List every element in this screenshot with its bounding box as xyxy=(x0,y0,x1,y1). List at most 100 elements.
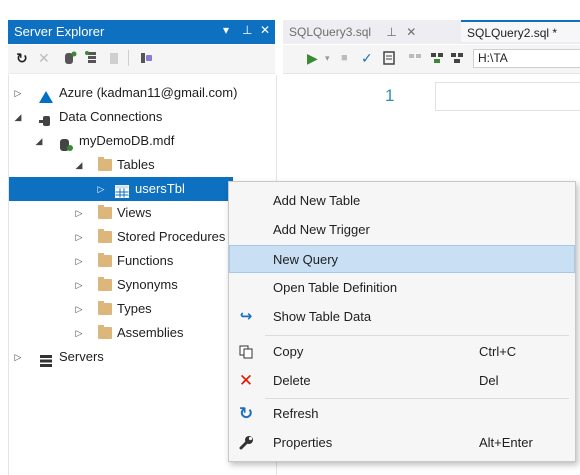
current-line-highlight xyxy=(435,82,580,111)
context-menu: Add New Table Add New Trigger New Query … xyxy=(228,181,576,462)
folder-icon xyxy=(98,325,112,339)
connection-path-box[interactable]: H:\TA xyxy=(473,49,580,68)
collapse-arrow-icon[interactable]: ◢ xyxy=(73,153,85,177)
menu-item-open-table-definition[interactable]: Open Table Definition xyxy=(229,274,575,302)
tree-node-label: myDemoDB.mdf xyxy=(79,133,175,148)
tree-node-label: Servers xyxy=(59,349,104,364)
menu-item-delete[interactable]: ✕ Delete Del xyxy=(229,367,575,395)
expand-arrow-icon[interactable]: ▷ xyxy=(73,249,85,273)
tree-node-synonyms[interactable]: ▷ Synonyms xyxy=(9,273,229,297)
menu-item-label: Add New Table xyxy=(273,193,361,208)
expand-arrow-icon[interactable]: ▷ xyxy=(73,273,85,297)
estimated-plan-icon[interactable] xyxy=(381,50,397,69)
expand-arrow-icon[interactable]: ▷ xyxy=(12,345,24,369)
menu-item-new-query[interactable]: New Query xyxy=(229,245,575,273)
tree-node-tables[interactable]: ◢ Tables xyxy=(9,153,276,177)
menu-item-label: Refresh xyxy=(273,406,319,421)
menu-item-add-new-table[interactable]: Add New Table xyxy=(229,187,575,215)
tree-node-label: Assemblies xyxy=(117,325,184,340)
menu-item-label: Show Table Data xyxy=(273,309,372,324)
tree-node-users-table[interactable]: ▷ usersTbl xyxy=(9,177,233,201)
folder-icon xyxy=(98,157,112,171)
menu-item-label: Copy xyxy=(273,344,304,359)
tab-label: SQLQuery2.sql * xyxy=(467,26,558,40)
expand-arrow-icon[interactable]: ▷ xyxy=(73,225,85,249)
expand-arrow-icon[interactable]: ▷ xyxy=(12,81,24,105)
parse-icon[interactable]: ✓ xyxy=(361,50,373,66)
collapse-arrow-icon[interactable]: ◢ xyxy=(12,105,24,129)
menu-separator xyxy=(265,398,569,399)
folder-icon xyxy=(98,205,112,219)
folder-icon xyxy=(98,253,112,267)
server-explorer-title: Server Explorer xyxy=(14,24,105,39)
expand-arrow-icon[interactable]: ▷ xyxy=(95,177,107,201)
server-explorer-toolbar: ↻ ✕ xyxy=(8,45,275,74)
tree-node-stored-procedures[interactable]: ▷ Stored Procedures xyxy=(9,225,229,249)
pin-tab-icon[interactable]: ⊥ xyxy=(386,25,396,39)
menu-item-shortcut: Ctrl+C xyxy=(479,344,517,359)
menu-item-properties[interactable]: Properties Alt+Enter xyxy=(229,429,575,457)
connect-database-icon[interactable] xyxy=(62,50,78,69)
menu-item-label: Add New Trigger xyxy=(273,222,370,237)
menu-separator xyxy=(265,335,569,336)
tree-node-database[interactable]: ◢ myDemoDB.mdf xyxy=(9,129,276,153)
database-properties-icon[interactable] xyxy=(106,50,122,69)
expand-arrow-icon[interactable]: ▷ xyxy=(73,201,85,225)
delete-icon: ✕ xyxy=(238,371,254,390)
sharepoint-icon[interactable] xyxy=(138,50,154,69)
folder-icon xyxy=(98,229,112,243)
connect-server-icon[interactable] xyxy=(84,50,100,69)
data-connections-icon xyxy=(39,111,53,126)
server-explorer-title-bar: Server Explorer ▾ ⊥ ✕ xyxy=(8,20,275,44)
stop-icon[interactable]: ■ xyxy=(341,50,348,66)
tree-node-types[interactable]: ▷ Types xyxy=(9,297,229,321)
menu-item-shortcut: Alt+Enter xyxy=(479,435,533,450)
servers-icon xyxy=(39,351,53,367)
menu-item-show-table-data[interactable]: ↪ Show Table Data xyxy=(229,303,575,331)
auto-hide-pin-icon[interactable]: ⊥ xyxy=(242,23,252,37)
collapse-arrow-icon[interactable]: ◢ xyxy=(33,129,45,153)
tree-node-azure[interactable]: ▷ Azure (kadman11@gmail.com) xyxy=(9,81,276,105)
table-icon xyxy=(115,182,129,198)
tree-node-label: usersTbl xyxy=(135,181,185,196)
expand-arrow-icon[interactable]: ▷ xyxy=(73,321,85,345)
close-tab-icon[interactable]: ✕ xyxy=(406,25,416,39)
results-to-grid-icon[interactable] xyxy=(407,50,423,69)
refresh-icon[interactable]: ↻ xyxy=(16,50,28,66)
tree-node-label: Synonyms xyxy=(117,277,178,292)
query-toolbar: ▶ ▾ ■ ✓ H:\TA xyxy=(283,45,580,74)
azure-icon xyxy=(39,87,53,103)
window-position-dropdown-icon[interactable]: ▾ xyxy=(223,23,229,37)
tree-node-label: Data Connections xyxy=(59,109,163,124)
menu-item-copy[interactable]: Copy Ctrl+C xyxy=(229,338,575,366)
stop-icon[interactable]: ✕ xyxy=(38,50,50,66)
tab-sqlquery2[interactable]: SQLQuery2.sql * xyxy=(461,20,580,42)
tree-node-servers[interactable]: ▷ Servers xyxy=(9,345,229,369)
tree-node-functions[interactable]: ▷ Functions xyxy=(9,249,229,273)
close-panel-icon[interactable]: ✕ xyxy=(260,23,270,37)
execute-icon[interactable]: ▶ xyxy=(307,50,318,66)
tree-node-assemblies[interactable]: ▷ Assemblies xyxy=(9,321,229,345)
refresh-icon: ↻ xyxy=(238,404,254,423)
tree-node-views[interactable]: ▷ Views xyxy=(9,201,229,225)
expand-arrow-icon[interactable]: ▷ xyxy=(73,297,85,321)
menu-item-label: Properties xyxy=(273,435,333,450)
results-to-text-icon[interactable] xyxy=(429,50,445,69)
folder-icon xyxy=(98,301,112,315)
show-data-icon: ↪ xyxy=(239,308,253,325)
tree-node-label: Functions xyxy=(117,253,174,268)
document-tab-strip: SQLQuery3.sql ⊥ ✕ SQLQuery2.sql * xyxy=(283,20,580,44)
database-icon xyxy=(59,135,73,151)
execute-dropdown-icon[interactable]: ▾ xyxy=(325,50,330,66)
tab-sqlquery3[interactable]: SQLQuery3.sql ⊥ ✕ xyxy=(289,20,416,44)
toolbar-separator xyxy=(128,50,129,66)
tree-node-label: Azure (kadman11@gmail.com) xyxy=(59,85,238,100)
tree-node-label: Tables xyxy=(117,157,155,172)
menu-item-add-new-trigger[interactable]: Add New Trigger xyxy=(229,216,575,244)
menu-item-refresh[interactable]: ↻ Refresh xyxy=(229,400,575,428)
tree-node-data-connections[interactable]: ◢ Data Connections xyxy=(9,105,276,129)
menu-item-label: Delete xyxy=(273,373,311,388)
menu-item-label: New Query xyxy=(273,252,339,267)
results-to-file-icon[interactable] xyxy=(449,50,465,69)
tree-node-label: Types xyxy=(117,301,152,316)
